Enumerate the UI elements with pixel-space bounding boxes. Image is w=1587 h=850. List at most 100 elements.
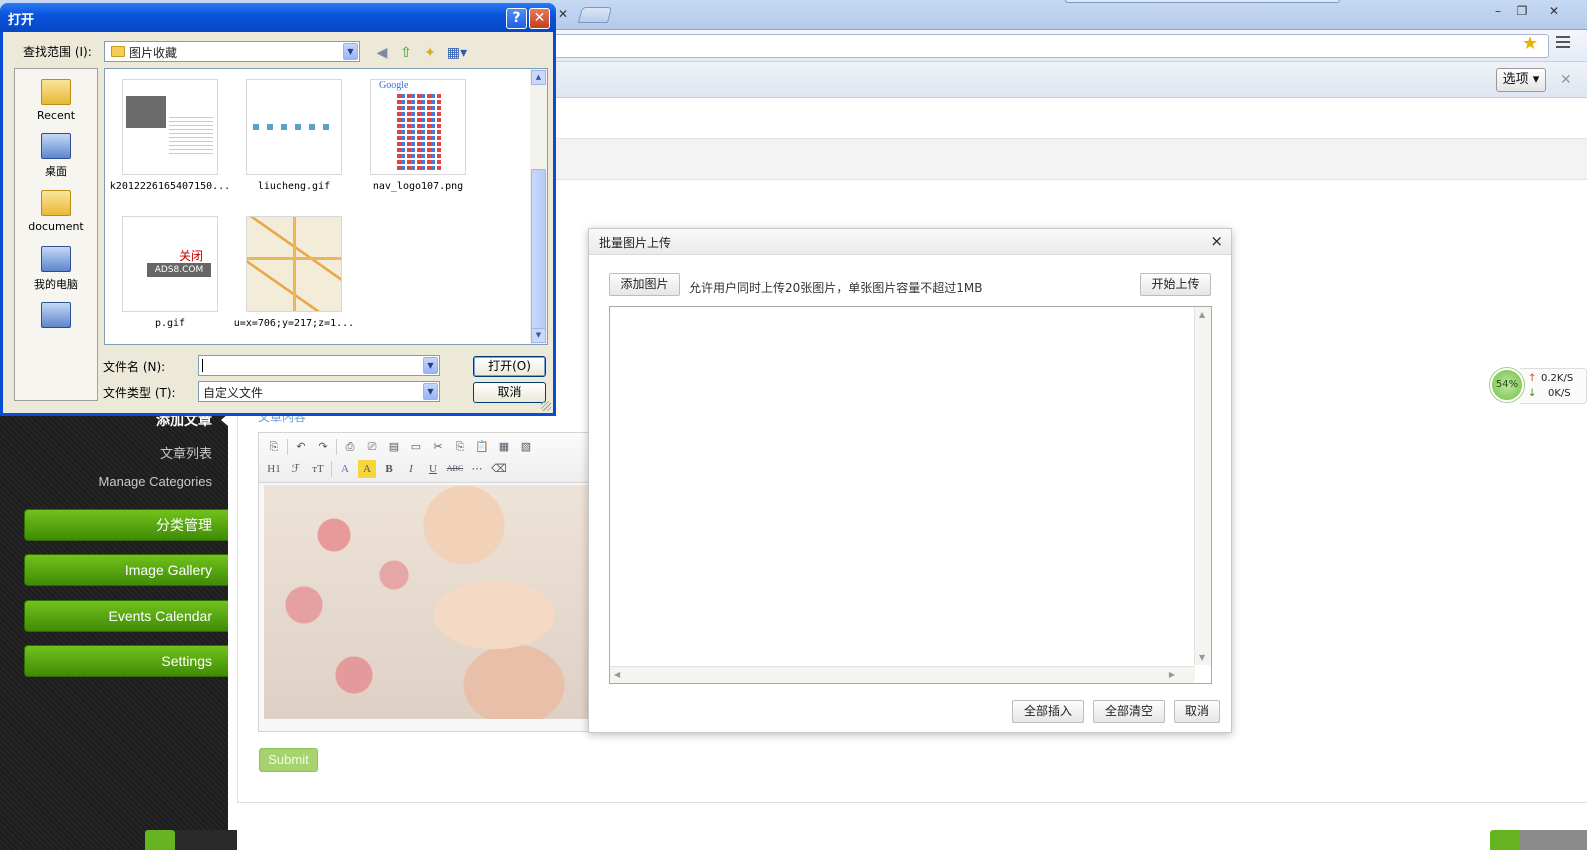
file-list-scrollbar[interactable]: ▲ ▼ xyxy=(530,69,547,344)
upload-close-icon[interactable]: × xyxy=(1210,232,1223,250)
font-family-icon[interactable]: ℱ xyxy=(287,460,305,478)
chevron-down-icon[interactable]: ▼ xyxy=(423,357,438,374)
scroll-up-icon[interactable]: ▲ xyxy=(531,70,546,85)
upload-dialog-titlebar[interactable]: 批量图片上传 × xyxy=(589,229,1231,255)
place-my-computer[interactable]: 我的电脑 xyxy=(15,246,97,292)
file-dialog-titlebar[interactable]: 打开 ? ✕ xyxy=(0,3,556,32)
file-list-pane[interactable]: k2012226165407150... liucheng.gif Google… xyxy=(104,68,548,345)
file-item[interactable]: Google nav_logo107.png xyxy=(356,79,480,192)
place-network[interactable] xyxy=(15,302,97,332)
sidebar-item-manage-categories[interactable]: Manage Categories xyxy=(99,474,212,489)
sidebar-button-events-calendar[interactable]: Events Calendar xyxy=(24,600,228,632)
chevron-down-icon: ▼ xyxy=(343,43,358,60)
network-speed-panel: ↑ 0.2K/S ↓ 0K/S xyxy=(1520,368,1587,404)
file-item[interactable]: u=x=706;y=217;z=1... xyxy=(232,216,356,329)
options-button[interactable]: 选项 ▾ xyxy=(1496,68,1546,92)
resize-grip[interactable] xyxy=(541,401,551,411)
place-label: Recent xyxy=(36,109,76,122)
scroll-down-icon[interactable]: ▼ xyxy=(1199,653,1205,662)
address-bar[interactable] xyxy=(548,34,1549,58)
map-road xyxy=(293,217,296,311)
undo-icon[interactable]: ↶ xyxy=(292,438,310,456)
place-recent[interactable]: Recent xyxy=(15,79,97,122)
upload-file-list[interactable]: ▲ ▼ ◀ ▶ xyxy=(609,306,1212,684)
bar-close-icon[interactable]: ✕ xyxy=(1560,72,1572,88)
font-color-icon[interactable]: A xyxy=(336,460,354,478)
open-button[interactable]: 打开(O) xyxy=(473,356,546,377)
dialog-close-icon[interactable]: ✕ xyxy=(529,8,550,29)
start-upload-button[interactable]: 开始上传 xyxy=(1140,273,1211,296)
paste-icon[interactable]: 📋 xyxy=(473,438,491,456)
file-name: nav_logo107.png xyxy=(372,181,464,192)
copy-icon[interactable]: ⎘ xyxy=(451,438,469,456)
text-lines xyxy=(169,114,213,154)
font-size-icon[interactable]: тT xyxy=(309,460,327,478)
help-icon[interactable]: ? xyxy=(506,8,527,29)
open-file-dialog: 打开 ? ✕ 查找范围 (I): 图片收藏 ▼ ◀ ⇧ ✦ ▦▾ Recent … xyxy=(0,3,556,416)
paste-text-icon[interactable]: ▦ xyxy=(495,438,513,456)
file-thumbnail xyxy=(246,79,342,175)
redo-icon[interactable]: ↷ xyxy=(314,438,332,456)
cut-icon[interactable]: ✂ xyxy=(429,438,447,456)
heading-icon[interactable]: H1 xyxy=(265,460,283,478)
underline-icon[interactable]: U xyxy=(424,460,442,478)
strikethrough-icon[interactable]: ABC xyxy=(446,460,464,478)
sidebar-button-settings[interactable]: Settings xyxy=(24,645,228,677)
new-tab-button[interactable] xyxy=(577,7,613,23)
bold-icon[interactable]: B xyxy=(380,460,398,478)
file-item[interactable]: liucheng.gif xyxy=(232,79,356,192)
bottom-tab-right[interactable] xyxy=(1490,830,1587,850)
source-icon[interactable]: ⎘ xyxy=(265,438,283,456)
page-header-strip xyxy=(555,138,1587,180)
bookmark-star-icon[interactable]: ★ xyxy=(1522,33,1538,54)
submit-button[interactable]: Submit xyxy=(259,748,318,772)
clear-all-button[interactable]: 全部清空 xyxy=(1093,700,1165,723)
place-desktop[interactable]: 桌面 xyxy=(15,133,97,179)
file-item[interactable]: k2012226165407150... xyxy=(108,79,232,192)
paste-word-icon[interactable]: ▧ xyxy=(517,438,535,456)
upload-cancel-button[interactable]: 取消 xyxy=(1174,700,1220,723)
up-folder-icon[interactable]: ⇧ xyxy=(396,43,416,63)
highlight-icon[interactable]: A xyxy=(358,460,376,478)
new-folder-icon[interactable]: ✦ xyxy=(420,43,440,63)
chevron-down-icon: ▼ xyxy=(423,383,438,400)
scroll-thumb[interactable] xyxy=(531,169,546,329)
place-documents[interactable]: document xyxy=(15,190,97,233)
italic-icon[interactable]: I xyxy=(402,460,420,478)
back-icon[interactable]: ◀ xyxy=(372,43,392,63)
scroll-left-icon[interactable]: ◀ xyxy=(614,670,620,679)
vertical-scrollbar[interactable]: ▲ ▼ xyxy=(1194,307,1211,665)
template-icon[interactable]: ▤ xyxy=(385,438,403,456)
sidebar-button-image-gallery[interactable]: Image Gallery xyxy=(24,554,228,586)
filename-input[interactable]: ▼ xyxy=(198,355,440,376)
menu-icon[interactable] xyxy=(1556,36,1570,51)
preview-icon[interactable]: ⎙ xyxy=(341,438,359,456)
scroll-down-icon[interactable]: ▼ xyxy=(531,328,546,343)
code-icon[interactable]: ▭ xyxy=(407,438,425,456)
view-menu-icon[interactable]: ▦▾ xyxy=(444,43,470,63)
bottom-tab-left[interactable] xyxy=(145,830,175,850)
insert-all-button[interactable]: 全部插入 xyxy=(1012,700,1084,723)
tab-close-icon[interactable]: ✕ xyxy=(558,7,568,21)
table-icon[interactable]: ⋯ xyxy=(468,460,486,478)
minimize-icon[interactable]: – xyxy=(1488,3,1508,21)
rich-text-editor[interactable]: ⎘ ↶ ↷ ⎙ ⎚ ▤ ▭ ✂ ⎘ 📋 ▦ ▧ H1 ℱ тT A A B I … xyxy=(258,432,599,732)
print-icon[interactable]: ⎚ xyxy=(363,438,381,456)
sidebar-button-categories[interactable]: 分类管理 xyxy=(24,509,228,541)
inserted-image[interactable] xyxy=(264,485,594,719)
file-cancel-button[interactable]: 取消 xyxy=(473,382,546,403)
eraser-icon[interactable]: ⌫ xyxy=(490,460,508,478)
memory-usage-ball[interactable]: 54% xyxy=(1490,368,1524,402)
look-in-select[interactable]: 图片收藏 ▼ xyxy=(104,41,360,62)
restore-icon[interactable]: ❐ xyxy=(1512,3,1532,21)
add-image-button[interactable]: 添加图片 xyxy=(609,273,680,296)
scroll-up-icon[interactable]: ▲ xyxy=(1199,310,1205,319)
filename-label: 文件名 (N): xyxy=(103,360,166,374)
file-item[interactable]: 关闭 ADS8.COM p.gif xyxy=(108,216,232,329)
window-close-icon[interactable]: ✕ xyxy=(1544,3,1564,21)
filetype-select[interactable]: 自定义文件 ▼ xyxy=(198,381,440,402)
sidebar-item-article-list[interactable]: 文章列表 xyxy=(160,443,212,462)
file-name: liucheng.gif xyxy=(257,181,331,192)
horizontal-scrollbar[interactable]: ◀ ▶ xyxy=(610,666,1195,683)
scroll-right-icon[interactable]: ▶ xyxy=(1169,670,1175,679)
